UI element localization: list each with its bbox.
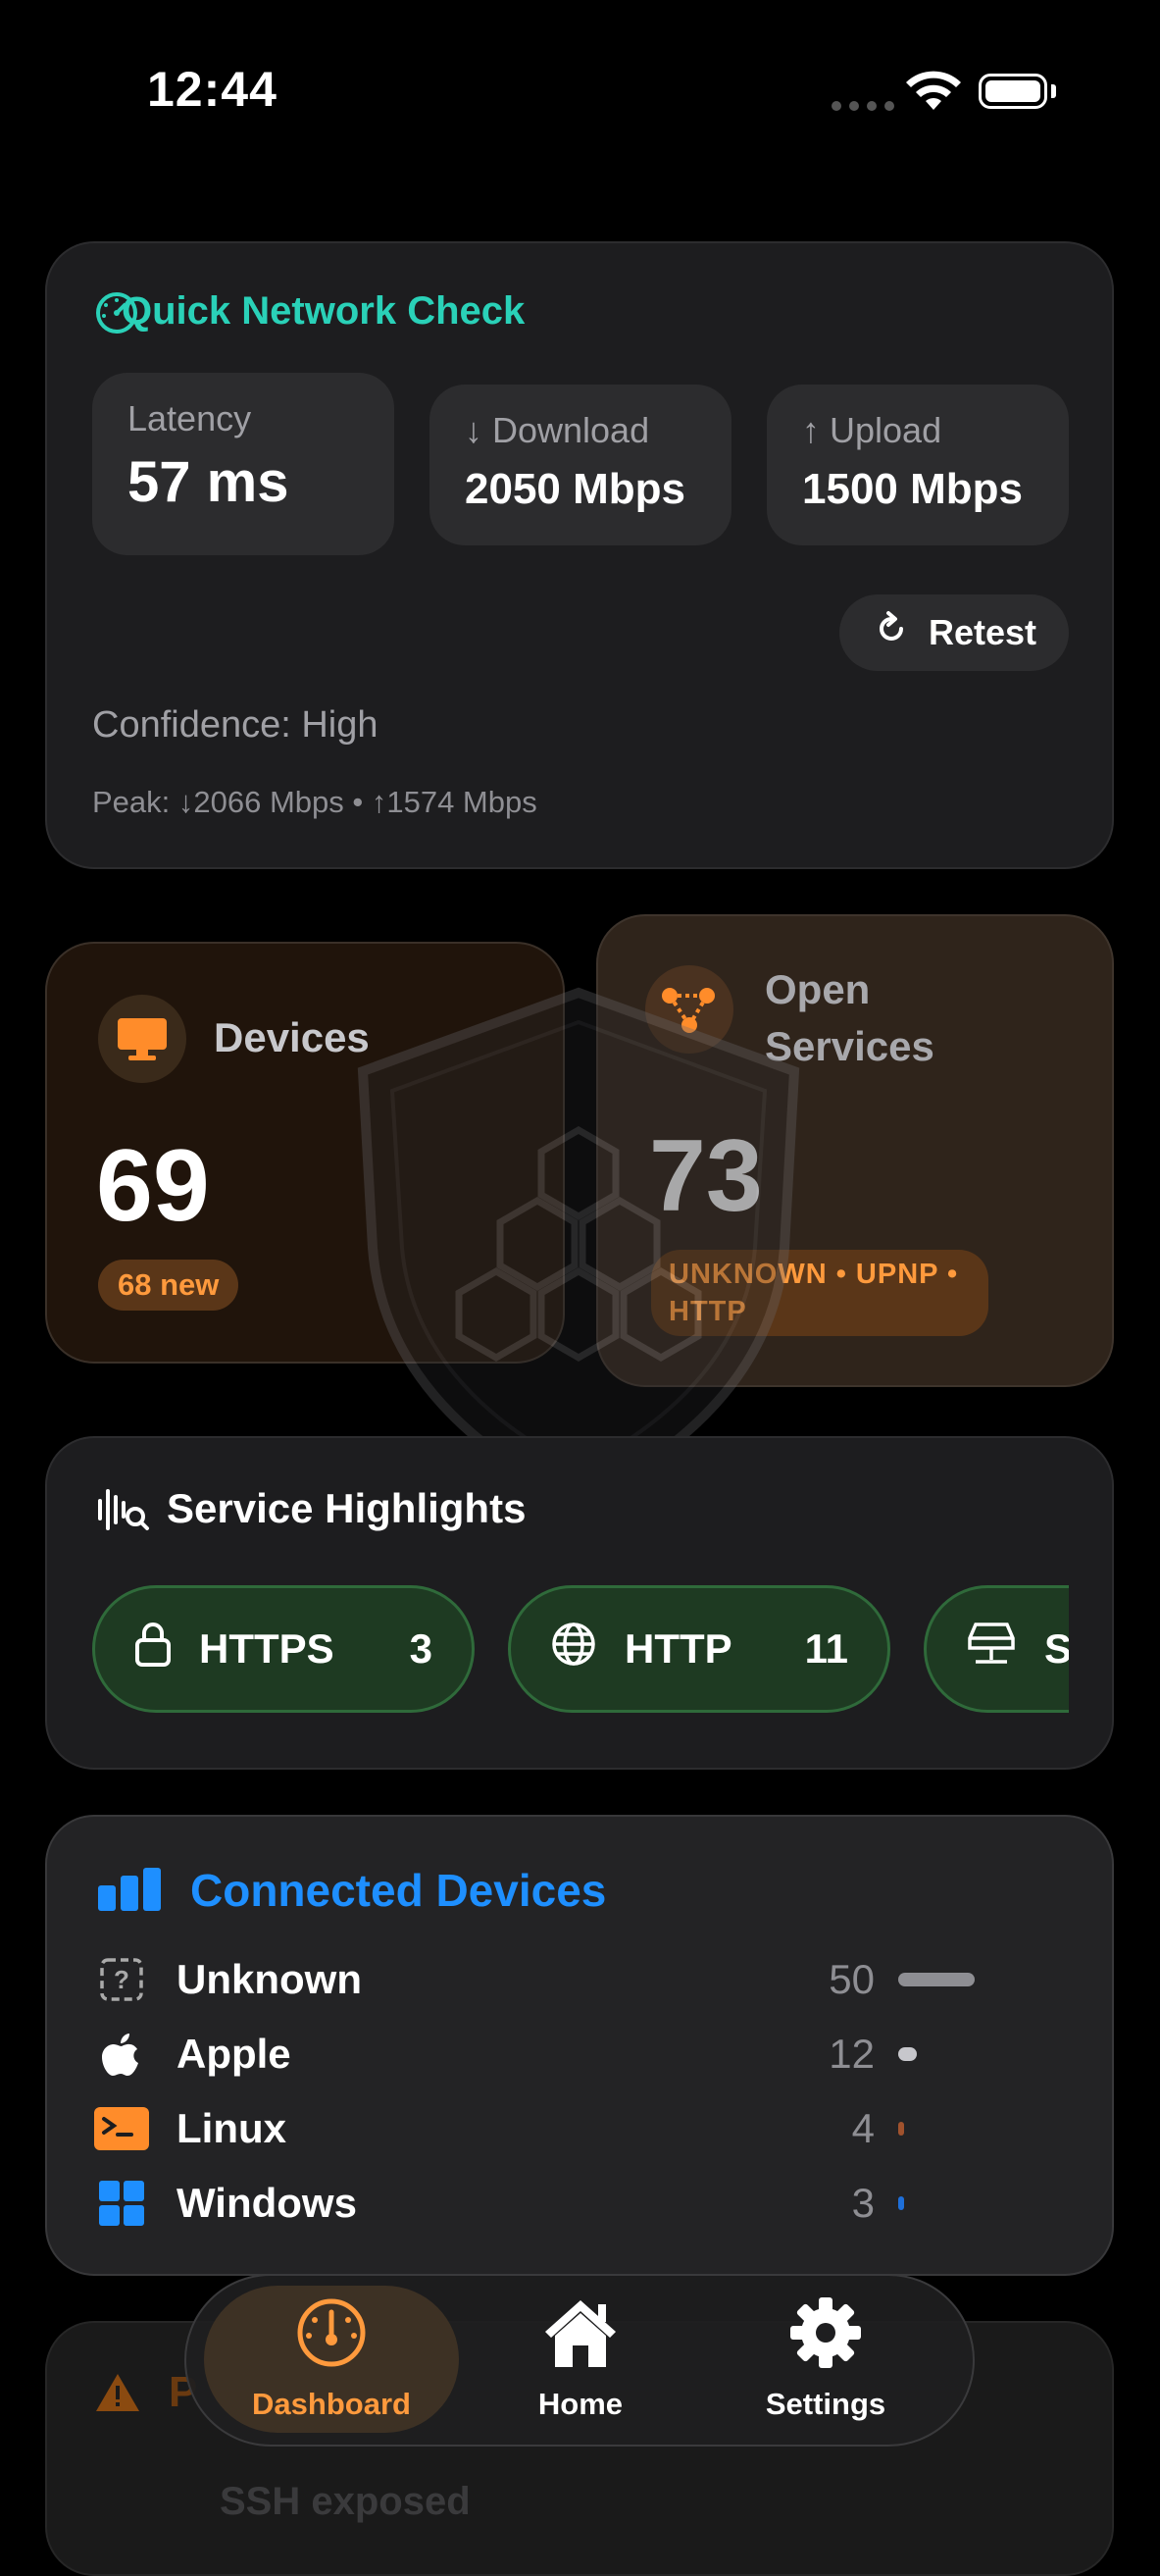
waveform-search-icon: [96, 1485, 151, 1539]
device-share-bar: [898, 1973, 1026, 1986]
svg-text:?: ?: [114, 1965, 129, 1994]
device-count: 50: [829, 1956, 875, 2002]
download-label: ↓ Download: [465, 410, 650, 450]
device-row-unknown[interactable]: ? Unknown 50: [94, 1948, 1026, 2011]
wifi-icon: [904, 71, 963, 119]
service-pill-label: HTTPS: [199, 1625, 334, 1672]
bar-chart-icon: [96, 1866, 163, 1918]
cellular-signal-icon: [832, 101, 894, 111]
latency-value: 57 ms: [127, 450, 289, 514]
confidence-text: Confidence: High: [92, 704, 378, 746]
retest-button[interactable]: Retest: [839, 594, 1069, 671]
quick-network-check-title: Quick Network Check: [122, 289, 526, 333]
download-value: 2050 Mbps: [465, 465, 685, 513]
monitor-icon: [98, 995, 186, 1083]
battery-tip: [1051, 84, 1056, 98]
device-name: Unknown: [177, 1956, 362, 2002]
device-share-bar: [898, 2122, 1026, 2136]
upload-stat: ↑ Upload 1500 Mbps: [767, 385, 1069, 545]
tab-settings-label: Settings: [765, 2387, 886, 2421]
tab-dashboard-label: Dashboard: [252, 2387, 411, 2421]
service-pill-server[interactable]: S: [924, 1585, 1069, 1713]
service-pill-label: S: [1044, 1625, 1069, 1672]
refresh-icon: [872, 609, 911, 657]
device-name: Windows: [177, 2180, 357, 2226]
device-row-linux[interactable]: Linux 4: [94, 2097, 1026, 2160]
gear-icon: [789, 2296, 862, 2377]
device-row-apple[interactable]: Apple 12: [94, 2023, 1026, 2086]
service-pill-label: HTTP: [625, 1625, 732, 1672]
upload-value: 1500 Mbps: [802, 465, 1023, 513]
retest-label: Retest: [928, 612, 1037, 652]
globe-icon: [550, 1621, 597, 1677]
service-pill-count: 3: [409, 1625, 432, 1672]
latency-stat: Latency 57 ms: [92, 373, 394, 555]
device-share-bar: [898, 2196, 1026, 2210]
device-count: 4: [851, 2105, 875, 2151]
service-pill-https[interactable]: HTTPS 3: [92, 1585, 475, 1713]
tab-home-label: Home: [537, 2387, 624, 2421]
service-pill-http[interactable]: HTTP 11: [508, 1585, 890, 1713]
service-highlights-title: Service Highlights: [167, 1485, 527, 1531]
windows-icon: [94, 2176, 149, 2231]
device-row-windows[interactable]: Windows 3: [94, 2172, 1026, 2235]
quick-network-check-card: [45, 241, 1114, 869]
tab-dashboard[interactable]: Dashboard: [204, 2286, 459, 2433]
gauge-icon: [295, 2296, 368, 2377]
service-pills-scroller[interactable]: HTTPS 3 HTTP 11 S: [92, 1570, 1069, 1726]
server-icon: [966, 1619, 1017, 1679]
devices-count: 69: [96, 1129, 210, 1243]
apple-icon: [94, 2027, 149, 2082]
status-time: 12:44: [147, 62, 277, 117]
service-pill-count: 11: [804, 1625, 848, 1672]
tab-settings[interactable]: Settings: [698, 2286, 953, 2433]
lock-icon: [134, 1621, 172, 1677]
upload-label: ↑ Upload: [802, 410, 942, 450]
terminal-icon: [94, 2101, 149, 2156]
devices-new-badge: 68 new: [98, 1260, 239, 1311]
battery-icon: [979, 74, 1047, 109]
device-count: 3: [851, 2180, 875, 2226]
tab-home[interactable]: Home: [453, 2286, 708, 2433]
download-stat: ↓ Download 2050 Mbps: [429, 385, 731, 545]
partial-card-line: SSH exposed: [220, 2480, 471, 2523]
question-box-icon: ?: [94, 1952, 149, 2007]
peak-text: Peak: ↓2066 Mbps • ↑1574 Mbps: [92, 785, 537, 819]
device-name: Linux: [177, 2105, 286, 2151]
device-share-bar: [898, 2047, 1026, 2061]
connected-devices-title: Connected Devices: [190, 1865, 607, 1916]
latency-label: Latency: [127, 398, 252, 438]
house-icon: [541, 2296, 620, 2377]
device-count: 12: [829, 2031, 875, 2077]
warning-icon: [94, 2372, 141, 2418]
device-name: Apple: [177, 2031, 291, 2077]
